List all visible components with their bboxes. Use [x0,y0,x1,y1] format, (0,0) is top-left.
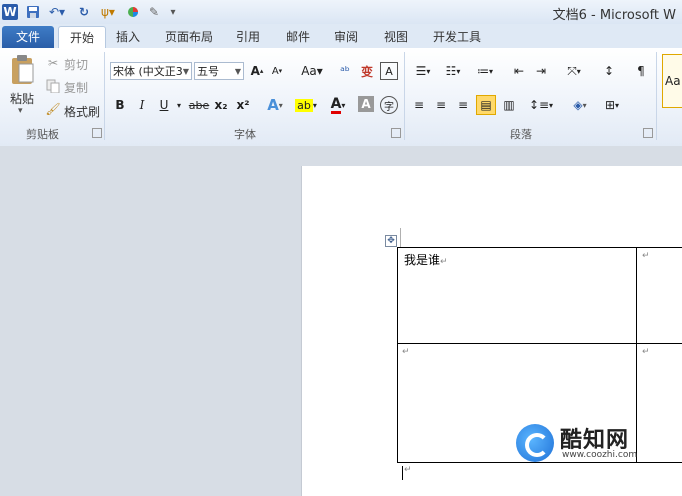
chinese-layout-icon[interactable]: ⤧ ▾ [560,62,588,80]
bullets-icon[interactable]: ☰ ▾ [410,62,436,80]
multilevel-list-icon[interactable]: ≔ ▾ [472,62,498,80]
copy-label[interactable]: 复制 [64,79,88,96]
table-cell[interactable] [636,247,682,344]
strikethrough-button[interactable]: abe [188,96,210,114]
show-marks-icon[interactable]: ¶ [632,62,650,80]
tab-review[interactable]: 审阅 [328,26,364,48]
grow-font-icon[interactable]: A ▴ [248,62,266,80]
font-color-icon[interactable]: A ▾ [324,96,352,114]
window-title: 文档6 - Microsoft W [552,8,676,23]
borders-icon[interactable]: ⊞ ▾ [598,96,626,114]
decrease-indent-icon[interactable]: ⇤ [510,62,528,80]
format-icon[interactable]: ψ▾ [96,4,120,20]
bold-button[interactable]: B [112,96,128,114]
paragraph-group-label: 段落 [510,128,532,141]
chevron-down-icon: ▼ [182,67,189,76]
tab-insert[interactable]: 插入 [110,26,146,48]
ribbon-tabs: 文件 开始 插入 页面布局 引用 邮件 审阅 视图 开发工具 [0,24,682,49]
shrink-font-icon[interactable]: A ▾ [268,62,286,80]
cell-text: 我是谁↵ [404,253,448,267]
clear-format-icon[interactable]: ᵃᵇ [336,62,354,80]
tab-view[interactable]: 视图 [378,26,414,48]
font-name-value: 宋体 (中文正3 [113,65,183,78]
underline-dropdown-icon[interactable]: ▾ [174,96,184,114]
superscript-button[interactable]: x² [234,96,252,114]
tab-references[interactable]: 引用 [230,26,266,48]
format-painter-label[interactable]: 格式刷 [64,103,100,120]
color-wheel-icon[interactable] [126,4,140,20]
tab-developer[interactable]: 开发工具 [428,26,486,48]
title-bar: W ↶▾ ↻ ψ▾ ✎ ▾ 文档6 - Microsoft W [0,0,682,24]
group-divider [656,52,657,140]
underline-button[interactable]: U [156,96,172,114]
tab-home[interactable]: 开始 [58,26,106,49]
clipboard-group-label: 剪贴板 [26,128,59,141]
char-shading-icon[interactable]: A [358,96,374,112]
paste-label: 粘贴 [10,92,35,106]
end-of-cell-mark: ↵ [402,347,410,357]
change-case-icon[interactable]: Aa▾ [298,62,326,80]
save-icon[interactable] [26,4,40,20]
undo-icon[interactable]: ↶▾ [46,4,68,20]
redo-icon[interactable]: ↻ [76,4,92,20]
end-of-cell-mark: ↵ [642,251,650,261]
group-divider [104,52,105,140]
text-cursor [402,466,403,480]
cut-icon[interactable]: ✂ [46,56,60,70]
font-size-combo[interactable]: 五号 ▼ [194,62,244,80]
phonetic-guide-icon[interactable]: 变 [358,62,376,80]
align-left-icon[interactable]: ≡ [410,96,428,114]
tab-page-layout[interactable]: 页面布局 [160,26,218,48]
italic-button[interactable]: I [134,96,150,114]
pen-icon[interactable]: ✎ [146,4,162,20]
tab-file[interactable]: 文件 [2,26,54,48]
watermark-url: www.coozhi.com [562,450,638,460]
increase-indent-icon[interactable]: ⇥ [532,62,550,80]
numbering-icon[interactable]: ☷ ▾ [440,62,466,80]
style-preview-text: Aa [665,74,681,88]
tab-mailings[interactable]: 邮件 [280,26,316,48]
chevron-down-icon: ▼ [234,67,241,76]
paragraph-launcher-icon[interactable] [643,128,653,138]
distribute-icon[interactable]: ▥ [500,96,518,114]
align-right-icon[interactable]: ≡ [454,96,472,114]
align-center-icon[interactable]: ≡ [432,96,450,114]
highlight-icon[interactable]: ab ▾ [292,96,320,114]
sort-icon[interactable]: ↕ [598,62,620,80]
margin-marker [400,228,401,247]
shading-icon[interactable]: ◈ ▾ [566,96,594,114]
watermark: 酷知网 www.coozhi.com [516,420,656,466]
paste-dropdown-icon[interactable]: ▾ [18,106,23,116]
copy-icon[interactable] [46,79,60,93]
paste-button[interactable] [8,52,38,88]
cut-label[interactable]: 剪切 [64,56,88,73]
justify-icon[interactable]: ▤ [476,95,496,115]
clipboard-launcher-icon[interactable] [92,128,102,138]
format-painter-icon[interactable]: 🖌 [45,102,60,116]
text-effects-icon[interactable]: A ▾ [262,96,288,114]
line-spacing-icon[interactable]: ↕≡ ▾ [528,96,554,114]
style-preview[interactable]: Aa [662,54,682,108]
word-app-icon[interactable]: W [2,4,18,20]
subscript-button[interactable]: x₂ [212,96,230,114]
font-launcher-icon[interactable] [391,128,401,138]
font-size-value: 五号 [197,65,219,78]
table-move-handle-icon[interactable]: ✥ [385,235,397,247]
enclose-chars-icon[interactable]: 字 [380,96,398,114]
paragraph-mark: ↵ [404,465,412,475]
customize-qat-icon[interactable]: ▾ [168,4,178,20]
ribbon: 粘贴 ▾ ✂ 剪切 复制 🖌 格式刷 剪贴板 宋体 (中文正3 ▼ 五号 ▼ A… [0,48,682,147]
char-border-icon[interactable]: A [380,62,398,80]
end-of-cell-mark: ↵ [642,347,650,357]
coozhi-logo-icon [516,424,554,462]
font-name-combo[interactable]: 宋体 (中文正3 ▼ [110,62,192,80]
font-group-label: 字体 [234,128,256,141]
group-divider [404,52,405,140]
